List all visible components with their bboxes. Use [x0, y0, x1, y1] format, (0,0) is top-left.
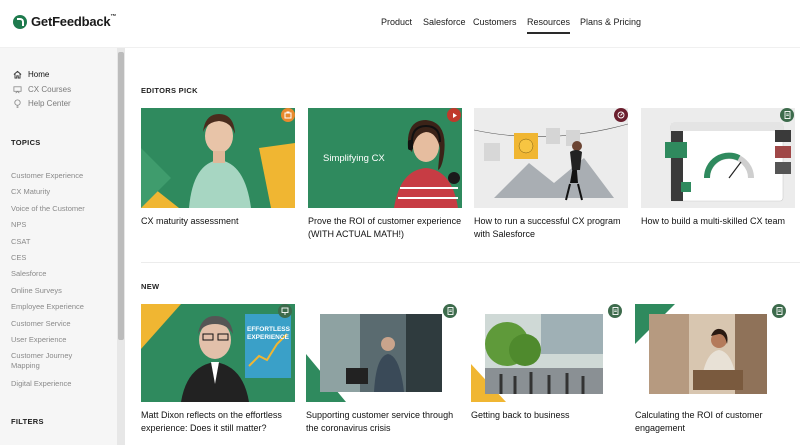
nav-item-salesforce[interactable]: Salesforce	[423, 17, 466, 27]
document-icon	[772, 304, 786, 318]
topic-link[interactable]: CX Maturity	[11, 187, 111, 197]
portrait-illustration	[141, 114, 295, 208]
card-title[interactable]: How to run a successful CX program with …	[474, 215, 634, 241]
card-image[interactable]: EFFORTLESS EXPERIENCE	[141, 304, 295, 402]
assessment-icon	[281, 108, 295, 122]
city-street-illustration	[471, 314, 603, 402]
top-header: GetFeedback™ Product Salesforce Customer…	[0, 0, 800, 48]
monitor-icon	[278, 304, 292, 318]
card-title[interactable]: Getting back to business	[471, 409, 631, 422]
card-image[interactable]	[471, 304, 625, 402]
card-image[interactable]	[141, 108, 295, 208]
home-icon	[13, 70, 22, 79]
topics-heading: TOPICS	[11, 138, 41, 147]
document-icon	[443, 304, 457, 318]
topic-link[interactable]: Voice of the Customer	[11, 204, 111, 214]
section-divider	[141, 262, 800, 263]
nav-item-customers[interactable]: Customers	[473, 17, 517, 27]
new-heading: NEW	[141, 282, 160, 291]
editors-pick-heading: EDITORS PICK	[141, 86, 198, 95]
play-icon	[447, 108, 461, 122]
scrollbar-thumb[interactable]	[118, 52, 124, 340]
card-title[interactable]: How to build a multi-skilled CX team	[641, 215, 800, 228]
podcast-host-illustration	[394, 120, 460, 208]
card-title[interactable]: CX maturity assessment	[141, 215, 301, 228]
card-title[interactable]: Matt Dixon reflects on the effortless ex…	[141, 409, 301, 435]
sidebar: Home CX Courses Help Center TOPICS Custo…	[0, 48, 117, 445]
nav-item-plans-pricing[interactable]: Plans & Pricing	[580, 17, 641, 27]
matt-dixon-illustration	[141, 304, 291, 402]
faces-clothesline-illustration	[474, 123, 628, 201]
topic-link[interactable]: CSAT	[11, 237, 111, 247]
dashboard-illustration	[665, 122, 791, 202]
sidebar-scrollbar[interactable]	[117, 48, 125, 445]
document-icon	[780, 108, 794, 122]
card-title[interactable]: Calculating the ROI of customer engageme…	[635, 409, 795, 435]
lightbulb-icon	[14, 99, 21, 108]
nav-item-product[interactable]: Product	[381, 17, 412, 27]
topic-link[interactable]: Digital Experience	[11, 379, 111, 389]
nav-item-resources[interactable]: Resources	[527, 17, 571, 34]
sidebar-link-cx-courses[interactable]: CX Courses	[13, 85, 71, 94]
sidebar-link-home[interactable]: Home	[13, 70, 49, 79]
card-image[interactable]	[635, 304, 789, 402]
book-cover-text: EFFORTLESS EXPERIENCE	[247, 326, 290, 341]
topic-link[interactable]: Employee Experience	[11, 302, 111, 312]
document-icon	[608, 304, 622, 318]
topic-link[interactable]: User Experience	[11, 335, 111, 345]
compass-icon	[614, 108, 628, 122]
card-image[interactable]	[306, 304, 460, 402]
main-nav: Product Salesforce Customers Resources P…	[0, 17, 800, 34]
office-photo-illustration	[306, 314, 442, 402]
card-title[interactable]: Supporting customer service through the …	[306, 409, 466, 435]
card-image[interactable]	[641, 108, 795, 208]
filters-heading: FILTERS	[11, 417, 44, 426]
topic-link[interactable]: Online Surveys	[11, 286, 111, 296]
topic-link[interactable]: Salesforce	[11, 269, 111, 279]
phone-user-illustration	[635, 304, 767, 394]
topic-link[interactable]: CES	[11, 253, 111, 263]
card-image[interactable]: Simplifying CX	[308, 108, 462, 208]
sidebar-link-help-center[interactable]: Help Center	[13, 99, 71, 108]
topic-link[interactable]: Customer Experience	[11, 171, 111, 181]
topic-link[interactable]: Customer Service	[11, 319, 111, 329]
card-image[interactable]	[474, 108, 628, 208]
topic-link[interactable]: Customer Journey Mapping	[11, 351, 81, 371]
card-title[interactable]: Prove the ROI of customer experience (WI…	[308, 215, 468, 241]
courses-icon	[13, 86, 22, 94]
topic-link[interactable]: NPS	[11, 220, 111, 230]
